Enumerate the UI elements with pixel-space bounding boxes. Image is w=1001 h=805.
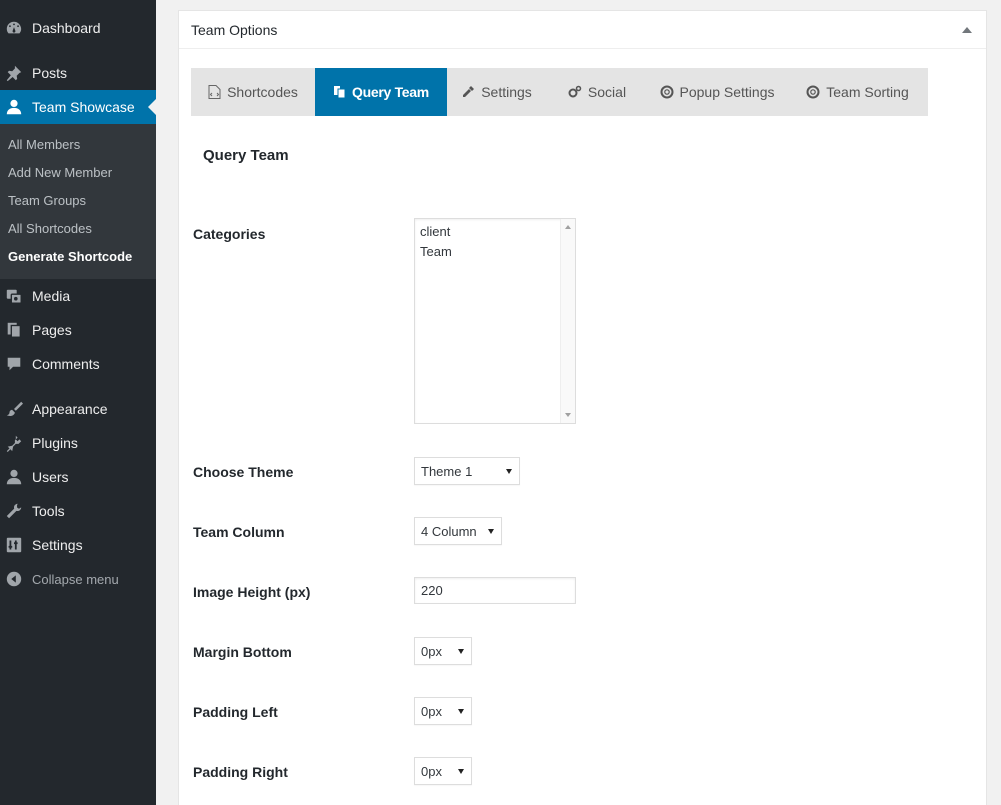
admin-sidebar: Dashboard Posts Team Showcase All Member… [0,0,156,805]
menu-settings[interactable]: Settings [0,528,156,562]
menu-comments[interactable]: Comments [0,347,156,381]
team-options-postbox: Team Options Shortcodes Query Team Setti… [178,10,987,805]
tab-settings[interactable]: Settings [447,68,547,116]
padding-right-label: Padding Right [193,764,288,780]
select-value: 0px [421,763,442,779]
copy-icon [334,86,346,99]
chevron-down-icon [458,709,464,714]
menu-label: Media [32,288,71,304]
select-value: 0px [421,703,442,719]
menu-pages[interactable]: Pages [0,313,156,347]
chevron-down-icon [458,649,464,654]
image-height-label: Image Height (px) [193,584,311,600]
plug-icon [4,433,24,453]
menu-label: Appearance [32,401,108,417]
input-value: 220 [421,583,443,598]
tab-team-sorting[interactable]: Team Sorting [787,68,928,116]
categories-listbox[interactable]: client Team [414,218,576,424]
menu-label: Users [32,469,69,485]
menu-label: Comments [32,356,100,372]
categories-label: Categories [193,226,266,242]
column-label: Team Column [193,524,285,540]
listbox-scrollbar[interactable] [560,219,575,423]
team-showcase-submenu: All Members Add New Member Team Groups A… [0,124,156,279]
sliders-icon [4,535,24,555]
tab-label: Settings [481,84,532,100]
lifebuoy-icon [806,85,820,99]
padding-left-select[interactable]: 0px [414,697,472,725]
menu-tools[interactable]: Tools [0,494,156,528]
postbox-title: Team Options [191,22,278,38]
tab-popup-settings[interactable]: Popup Settings [647,68,787,116]
code-file-icon [208,85,221,99]
menu-team-showcase[interactable]: Team Showcase [0,90,156,124]
menu-users[interactable]: Users [0,460,156,494]
pages-icon [4,320,24,340]
submenu-add-new-member[interactable]: Add New Member [8,165,112,180]
image-height-input[interactable]: 220 [414,577,576,604]
menu-plugins[interactable]: Plugins [0,426,156,460]
menu-label: Tools [32,503,65,519]
chevron-down-icon [506,469,512,474]
chevron-down-icon [458,769,464,774]
cogs-icon [568,85,582,98]
tab-label: Social [587,84,627,100]
margin-bottom-select[interactable]: 0px [414,637,472,665]
category-option[interactable]: Team [420,244,452,259]
theme-select[interactable]: Theme 1 [414,457,520,485]
menu-label: Pages [32,322,72,338]
users-icon [4,467,24,487]
tab-label: Team Sorting [826,84,909,100]
section-title: Query Team [203,147,289,164]
select-value: 0px [421,643,442,659]
theme-label: Choose Theme [193,464,294,480]
menu-label: Plugins [32,435,78,451]
margin-bottom-label: Margin Bottom [193,644,292,660]
padding-right-select[interactable]: 0px [414,757,472,785]
collapse-arrow-icon [4,569,24,589]
collapse-label: Collapse menu [32,571,119,587]
tab-social[interactable]: Social [547,68,647,116]
category-option[interactable]: client [420,224,450,239]
lifebuoy-icon [660,85,674,99]
menu-dashboard[interactable]: Dashboard [0,11,156,45]
comment-icon [4,354,24,374]
media-icon [4,286,24,306]
menu-label: Posts [32,65,68,81]
postbox-header[interactable]: Team Options [179,11,986,49]
toggle-panel-icon[interactable] [962,27,972,33]
tab-query-team[interactable]: Query Team [315,68,447,116]
scroll-down-icon[interactable] [565,413,571,417]
submenu-team-groups[interactable]: Team Groups [8,193,86,208]
menu-media[interactable]: Media [0,279,156,313]
tab-shortcodes[interactable]: Shortcodes [191,68,315,116]
submenu-generate-shortcode[interactable]: Generate Shortcode [8,249,132,264]
menu-appearance[interactable]: Appearance [0,392,156,426]
wrench-icon [4,501,24,521]
menu-posts[interactable]: Posts [0,56,156,90]
select-value: 4 Column [421,523,477,539]
submenu-all-shortcodes[interactable]: All Shortcodes [8,221,92,236]
submenu-all-members[interactable]: All Members [8,137,80,152]
collapse-menu-button[interactable]: Collapse menu [0,562,156,596]
tab-label: Shortcodes [227,84,298,100]
column-select[interactable]: 4 Column [414,517,502,545]
eyedropper-icon [463,86,475,97]
dashboard-icon [4,18,24,38]
options-tabs: Shortcodes Query Team Settings Social Po… [191,68,928,116]
brush-icon [4,399,24,419]
padding-left-label: Padding Left [193,704,278,720]
tab-label: Query Team [352,84,429,100]
user-icon [4,97,24,117]
menu-label: Settings [32,537,83,553]
menu-label: Dashboard [32,20,101,36]
select-value: Theme 1 [421,463,473,479]
menu-label: Team Showcase [32,99,135,115]
pin-icon [4,63,24,83]
chevron-down-icon [488,529,494,534]
scroll-up-icon[interactable] [565,225,571,229]
tab-label: Popup Settings [679,84,775,100]
